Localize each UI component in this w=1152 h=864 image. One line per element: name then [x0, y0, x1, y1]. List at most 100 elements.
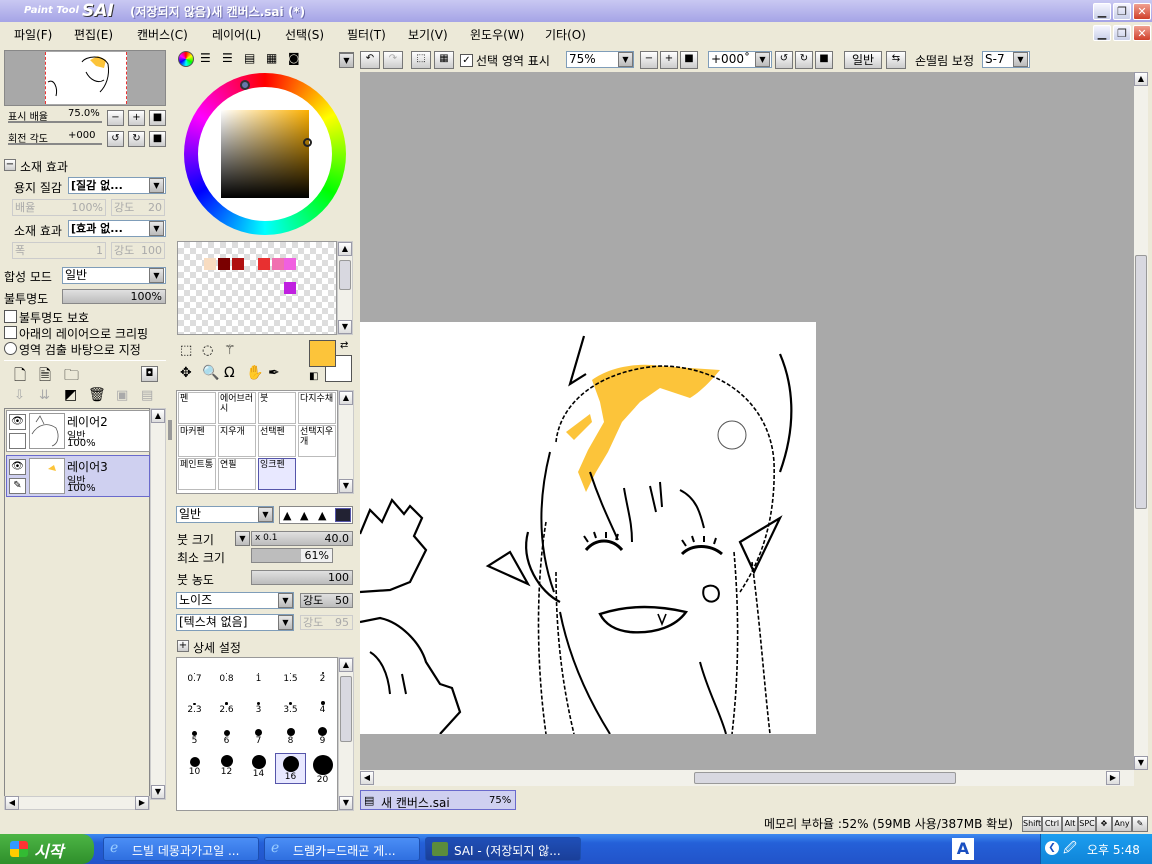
rotate-tool-icon[interactable]: Ω	[224, 365, 235, 381]
flip-icon[interactable]: ⇆	[886, 51, 906, 69]
tool-bucket[interactable]: 페인트통	[178, 458, 216, 490]
scratchpad-tab-icon[interactable]: ◙	[288, 51, 300, 65]
tool-pen[interactable]: 펜	[178, 392, 216, 424]
hsv-slider-tab-icon[interactable]: ☰	[222, 51, 233, 65]
chevron-down-icon[interactable]: ▼	[149, 221, 164, 236]
menu-other[interactable]: 기타(O)	[545, 26, 586, 43]
expand-detail-button[interactable]: +	[177, 640, 189, 652]
zoom-icon[interactable]: 🔍	[202, 365, 219, 381]
swatch-1[interactable]	[204, 258, 216, 270]
brush-size-4[interactable]: 4	[307, 691, 337, 722]
tool-watercolor[interactable]: 다지수채	[298, 392, 336, 424]
brush-size-7[interactable]: 7	[243, 722, 274, 753]
brush-size-10[interactable]: 10	[179, 753, 210, 784]
rgb-slider-tab-icon[interactable]: ☰	[200, 51, 211, 65]
brush-size-1.5[interactable]: 1.5	[275, 660, 306, 691]
ime-indicator[interactable]: A	[952, 838, 974, 860]
foreground-color[interactable]	[309, 340, 336, 367]
doc-maximize-button[interactable]: ❐	[1113, 25, 1131, 41]
brush-size-2[interactable]: 2	[307, 660, 337, 691]
hue-picker-handle[interactable]	[240, 80, 250, 90]
brush-size-14[interactable]: 14	[243, 753, 274, 784]
rotate-left-button[interactable]: ↺	[107, 131, 124, 147]
tool-select-eraser[interactable]: 선택지우개	[298, 425, 336, 457]
new-layer-set-icon[interactable]: 🗎	[39, 365, 51, 390]
title-bar[interactable]: Paint Tool SAI (저장되지 않음)새 캔버스.sai (*) ▁ …	[0, 0, 1152, 22]
saturation-value-square[interactable]	[221, 110, 309, 198]
scroll-up-icon[interactable]: ▲	[151, 409, 165, 423]
close-button[interactable]: ✕	[1133, 3, 1151, 20]
brush-size-3.5[interactable]: 3.5	[275, 691, 306, 722]
panel-splitter[interactable]	[168, 420, 172, 440]
swatch-7[interactable]	[284, 282, 296, 294]
noise-strength-slider[interactable]: 강도 50	[300, 593, 353, 608]
tool-pencil[interactable]: 연필	[218, 458, 256, 490]
hscroll-thumb[interactable]	[694, 772, 956, 784]
taskbar-item-3[interactable]: SAI - (저장되지 않...	[425, 837, 581, 861]
brush-size-2.6[interactable]: 2.6	[211, 691, 242, 722]
chevron-down-icon[interactable]: ▼	[618, 52, 633, 67]
rotate-reset-button[interactable]: ■	[149, 131, 166, 147]
tool-select-pen[interactable]: 선택펜	[258, 425, 296, 457]
tool-ink-pen[interactable]: 잉크펜	[258, 458, 296, 490]
swatch-4[interactable]	[258, 258, 270, 270]
deselect-icon[interactable]: ⬚	[411, 51, 431, 69]
brush-size-6[interactable]: 6	[211, 722, 242, 753]
menu-filter[interactable]: 필터(T)	[347, 26, 386, 43]
chevron-down-icon[interactable]: ▼	[149, 178, 164, 193]
scroll-down-icon[interactable]: ▼	[339, 796, 353, 810]
rotate-right-button[interactable]: ↻	[128, 131, 145, 147]
chevron-down-icon[interactable]: ▼	[258, 507, 273, 522]
clip-below-checkbox[interactable]	[4, 326, 17, 339]
swatch-grid[interactable]	[177, 241, 337, 335]
selection-source-radio[interactable]	[4, 342, 17, 355]
swap-colors-icon[interactable]: ⇄	[340, 340, 348, 351]
zoom-reset-button[interactable]: ■	[149, 110, 166, 126]
menu-file[interactable]: 파일(F)	[14, 26, 52, 43]
toolbar-rotate-right-icon[interactable]: ↻	[795, 51, 813, 69]
canvas-area[interactable]	[360, 72, 1134, 770]
scroll-right-icon[interactable]: ▶	[135, 796, 149, 810]
gradient-tab-icon[interactable]: ▤	[244, 51, 255, 65]
mask-icon[interactable]: ◘	[141, 366, 158, 382]
size-scrollbar[interactable]: ▲ ▼	[338, 657, 354, 811]
invert-selection-icon[interactable]: ▦	[434, 51, 454, 69]
eyedropper-icon[interactable]: ✒	[268, 365, 280, 381]
texture-select[interactable]: [텍스쳐 없음]	[176, 614, 294, 631]
brush-size-16[interactable]: 16	[275, 753, 306, 784]
toolbar-menu-icon[interactable]: ▼	[339, 53, 354, 68]
minimize-button[interactable]: ▁	[1093, 3, 1111, 20]
layer-list-scrollbar[interactable]: ▲ ▼	[150, 408, 166, 800]
show-selection-checkbox[interactable]: ✓	[460, 54, 473, 67]
reset-colors-icon[interactable]: ◧	[309, 371, 318, 382]
doc-close-button[interactable]: ✕	[1133, 25, 1151, 41]
noise-select[interactable]: 노이즈	[176, 592, 294, 609]
scroll-up-icon[interactable]: ▲	[338, 242, 352, 256]
start-button[interactable]: 시작	[0, 834, 94, 864]
scroll-up-icon[interactable]: ▲	[1134, 72, 1148, 86]
move-icon[interactable]: ✥	[180, 365, 192, 381]
layer-item-2[interactable]: 👁 레이어2 일반 100%	[6, 410, 150, 452]
sv-picker-handle[interactable]	[303, 138, 312, 147]
zoom-slider[interactable]	[8, 121, 102, 123]
toolbar-zoom-in-icon[interactable]: +	[660, 51, 678, 69]
navigator-thumbnail[interactable]	[4, 50, 166, 106]
swatch-3[interactable]	[232, 258, 244, 270]
scroll-right-icon[interactable]: ▶	[1106, 771, 1120, 785]
lasso-icon[interactable]: ◌	[202, 343, 213, 358]
new-layer-icon[interactable]: 🗋	[14, 365, 26, 390]
brush-size-20[interactable]: 20	[307, 753, 337, 785]
swatch-2[interactable]	[218, 258, 230, 270]
toolbar-zoom-reset-icon[interactable]: ■	[680, 51, 698, 69]
toolbar-zoom-out-icon[interactable]: −	[640, 51, 658, 69]
view-mode-button[interactable]: 일반	[844, 51, 882, 69]
menu-view[interactable]: 보기(V)	[408, 26, 448, 43]
tool-marker[interactable]: 마커펜	[178, 425, 216, 457]
rotate-slider[interactable]	[8, 143, 102, 145]
canvas-hscrollbar[interactable]: ◀ ▶	[360, 770, 1134, 786]
chevron-down-icon[interactable]: ▼	[235, 531, 250, 546]
swatch-6[interactable]	[284, 258, 296, 270]
menu-select[interactable]: 선택(S)	[285, 26, 324, 43]
undo-icon[interactable]: ↶	[360, 51, 380, 69]
zoom-out-button[interactable]: −	[107, 110, 124, 126]
